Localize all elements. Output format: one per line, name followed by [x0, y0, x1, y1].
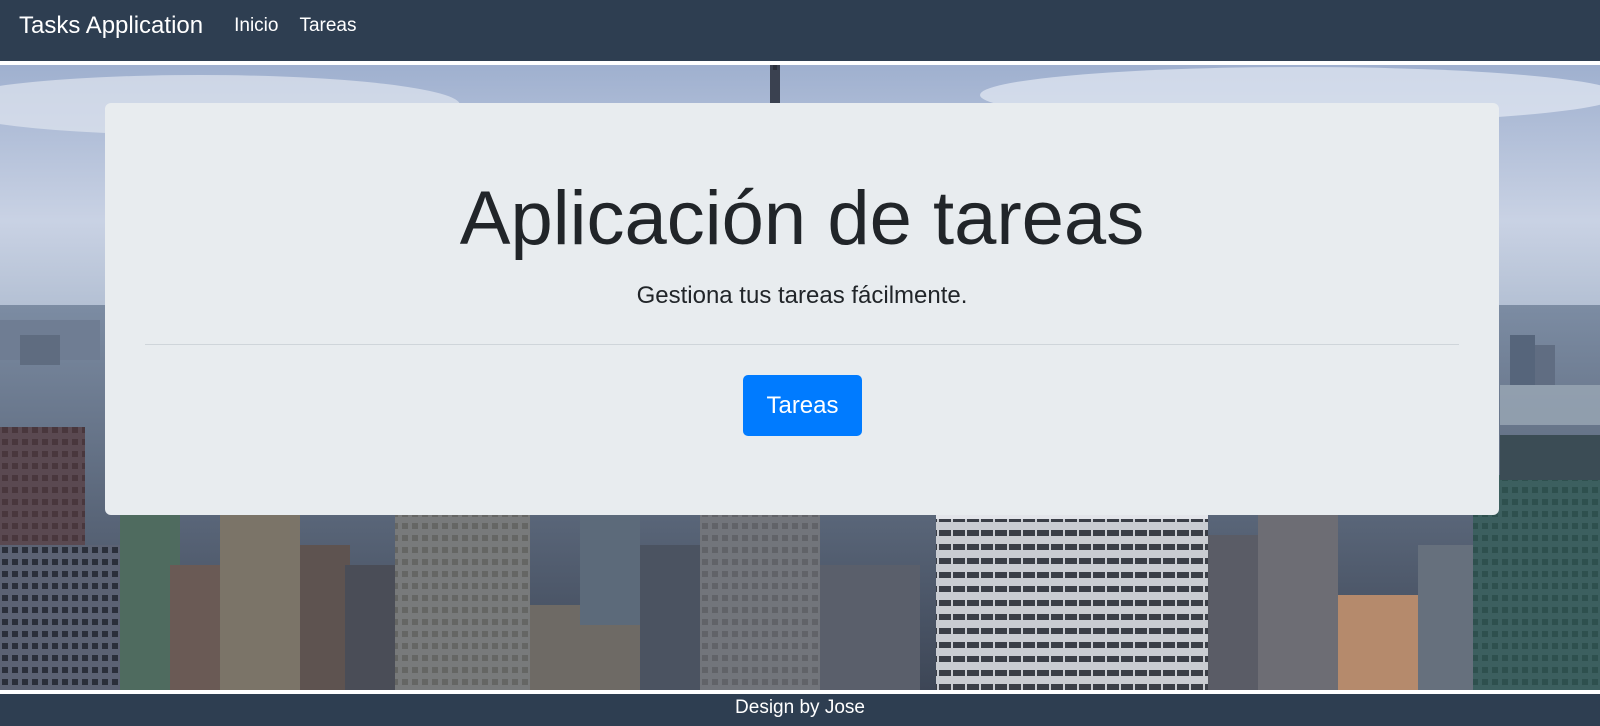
navbar-brand[interactable]: Tasks Application — [19, 12, 203, 40]
nav-link-tareas[interactable]: Tareas — [299, 15, 356, 37]
nav-link-inicio[interactable]: Inicio — [234, 15, 278, 37]
footer-text: Design by Jose — [735, 697, 865, 718]
page-subtitle: Gestiona tus tareas fácilmente. — [636, 282, 968, 309]
jumbotron: Aplicación de tareas Gestiona tus tareas… — [105, 103, 1499, 515]
divider — [145, 344, 1459, 345]
footer: Design by Jose — [0, 694, 1600, 726]
top-navbar: Tasks Application Inicio Tareas — [0, 0, 1600, 61]
tareas-button[interactable]: Tareas — [743, 375, 862, 436]
page-title: Aplicación de tareas — [459, 176, 1145, 261]
